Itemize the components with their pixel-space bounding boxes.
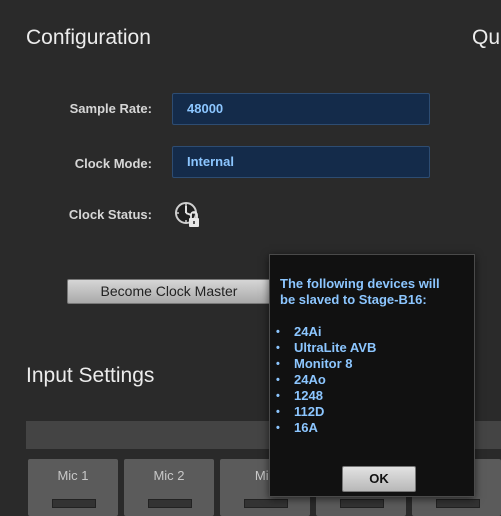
device-list-item: 24Ai [276, 324, 376, 340]
device-list-item: 16A [276, 420, 376, 436]
input-channel-label: Mic 2 [153, 468, 185, 483]
clock-master-confirm-popup: The following devices will be slaved to … [269, 254, 475, 497]
popup-message: The following devices will be slaved to … [280, 276, 440, 308]
ok-button[interactable]: OK [342, 466, 416, 492]
right-section-title: Qu [472, 26, 501, 49]
sample-rate-field[interactable]: 48000 [172, 93, 430, 125]
channel-slot [52, 499, 96, 508]
clock-locked-icon [174, 201, 202, 229]
channel-slot [340, 499, 384, 508]
channel-slot [435, 499, 480, 508]
device-list-item: UltraLite AVB [276, 340, 376, 356]
input-channel-label: Mic 1 [57, 468, 89, 483]
device-list-item: 24Ao [276, 372, 376, 388]
input-settings-title: Input Settings [26, 364, 155, 387]
configuration-title: Configuration [26, 26, 151, 49]
clock-mode-select[interactable]: Internal [172, 146, 430, 178]
input-channel-mic-2[interactable]: Mic 2 [124, 459, 214, 516]
clock-mode-label: Clock Mode: [74, 156, 152, 171]
channel-slot [244, 499, 288, 508]
become-clock-master-button[interactable]: Become Clock Master [67, 279, 271, 304]
popup-message-line-1: The following devices will [280, 276, 440, 291]
popup-message-line-2: be slaved to Stage-B16: [280, 292, 427, 307]
clock-status-label: Clock Status: [68, 207, 152, 222]
sample-rate-label: Sample Rate: [69, 101, 152, 116]
slaved-device-list: 24Ai UltraLite AVB Monitor 8 24Ao 1248 1… [276, 324, 376, 436]
device-list-item: 1248 [276, 388, 376, 404]
device-list-item: Monitor 8 [276, 356, 376, 372]
device-list-item: 112D [276, 404, 376, 420]
channel-slot [148, 499, 192, 508]
input-channel-mic-1[interactable]: Mic 1 [28, 459, 118, 516]
